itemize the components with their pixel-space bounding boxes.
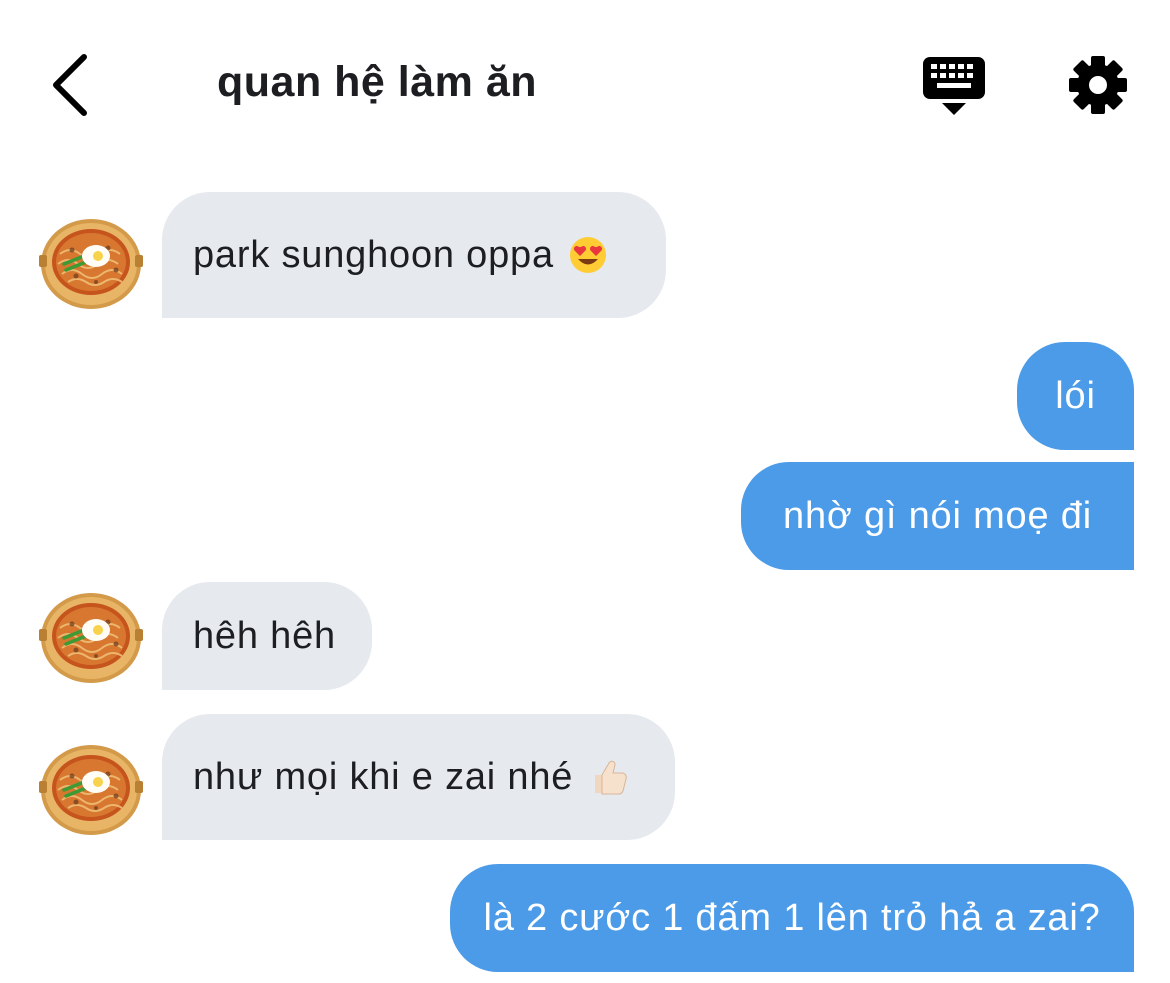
message-row: nhờ gì nói moẹ đi <box>0 462 1170 570</box>
chat-header: quan hệ làm ăn <box>0 0 1170 170</box>
incoming-message-bubble[interactable]: hêh hêh <box>162 582 372 690</box>
message-row: hêh hêh <box>0 582 1170 690</box>
incoming-message-bubble[interactable]: như mọi khi e zai nhé <box>162 714 675 840</box>
gear-icon <box>1069 56 1127 114</box>
back-button[interactable] <box>40 50 100 120</box>
message-row: park sunghoon oppa <box>0 192 1170 318</box>
outgoing-message-bubble[interactable]: lói <box>1017 342 1134 450</box>
message-text: park sunghoon oppa <box>193 234 554 276</box>
incoming-message-bubble[interactable]: park sunghoon oppa <box>162 192 666 318</box>
heart-eyes-emoji <box>569 237 606 273</box>
avatar[interactable] <box>36 586 146 686</box>
outgoing-message-bubble[interactable]: nhờ gì nói moẹ đi <box>741 462 1134 570</box>
message-text: lói <box>1055 375 1096 417</box>
message-text: là 2 cước 1 đấm 1 lên trỏ hả a zai? <box>483 897 1101 939</box>
outgoing-message-bubble[interactable]: là 2 cước 1 đấm 1 lên trỏ hả a zai? <box>450 864 1134 972</box>
message-row: là 2 cước 1 đấm 1 lên trỏ hả a zai? <box>0 864 1170 972</box>
keyboard-button[interactable] <box>918 52 990 122</box>
chat-title: quan hệ làm ăn <box>217 58 538 106</box>
message-row: như mọi khi e zai nhé <box>0 714 1170 840</box>
thumbs-up-emoji <box>594 760 627 795</box>
chevron-left-icon <box>53 54 87 116</box>
message-text: hêh hêh <box>193 615 336 657</box>
message-text: như mọi khi e zai nhé <box>193 756 574 798</box>
keyboard-icon <box>923 57 985 115</box>
settings-button[interactable] <box>1064 52 1132 118</box>
avatar[interactable] <box>36 738 146 838</box>
avatar[interactable] <box>36 212 146 312</box>
message-text: nhờ gì nói moẹ đi <box>783 495 1092 537</box>
message-row: lói <box>0 342 1170 450</box>
